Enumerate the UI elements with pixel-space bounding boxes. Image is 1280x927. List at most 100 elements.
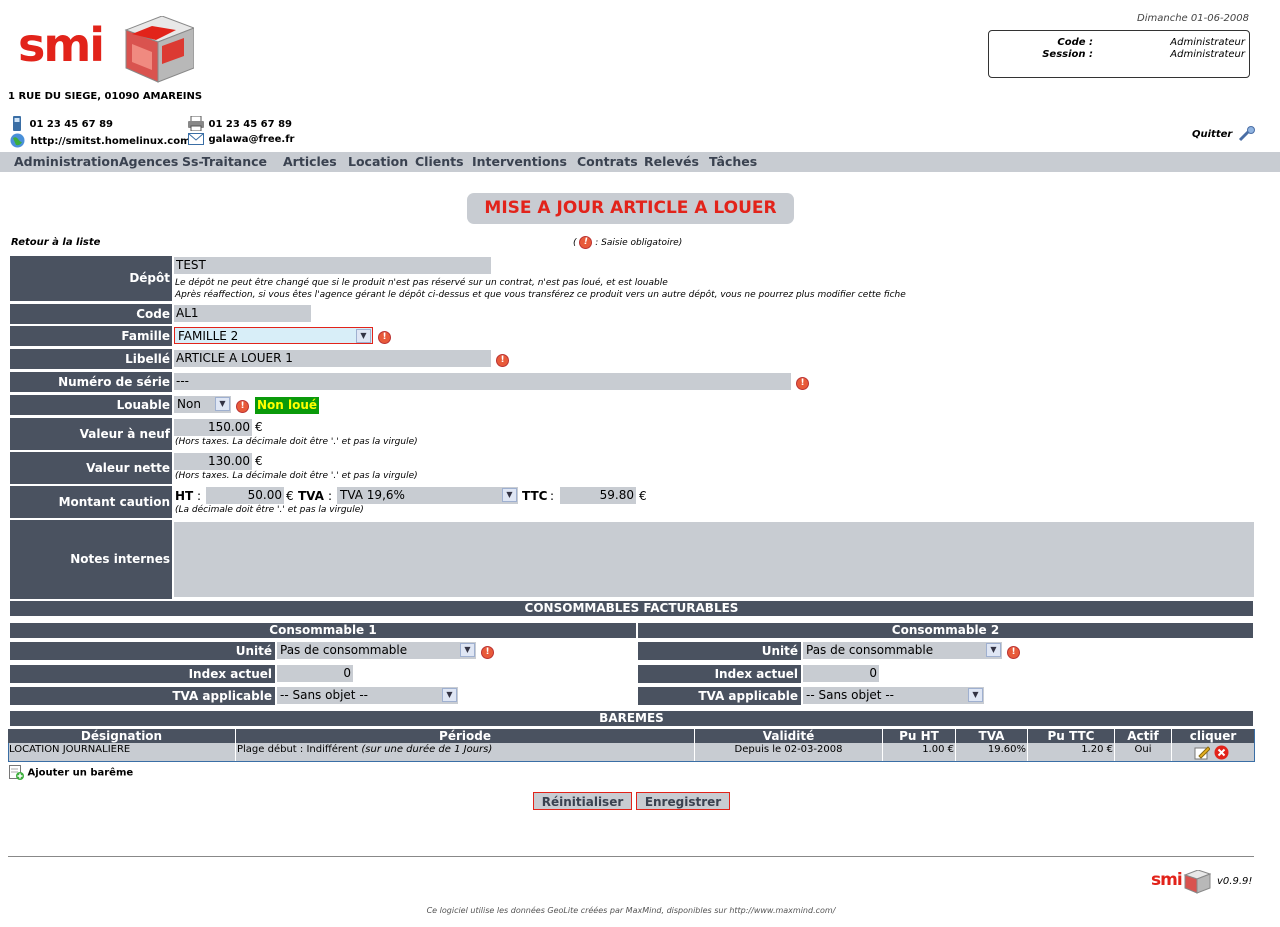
- edit-icon[interactable]: [1194, 745, 1210, 760]
- serie-field[interactable]: ---: [174, 373, 791, 390]
- email-contact[interactable]: galawa@free.fr: [188, 133, 294, 145]
- valeur-nette-note: (Hors taxes. La décimale doit être '.' e…: [175, 471, 418, 481]
- notes-label: Notes internes: [10, 520, 172, 599]
- company-address: 1 RUE DU SIEGE, 01090 AMAREINS: [8, 91, 203, 102]
- code-label: Code :: [1057, 37, 1093, 48]
- consommable-2-index-field[interactable]: 0: [803, 665, 879, 682]
- menu-item-taches[interactable]: Tâches: [709, 154, 757, 169]
- code-field[interactable]: AL1: [174, 305, 311, 322]
- tva-select[interactable]: TVA 19,6% ▼: [337, 487, 518, 504]
- add-bareme-link[interactable]: Ajouter un barême: [9, 765, 133, 780]
- chevron-down-icon: ▼: [356, 329, 371, 343]
- quit-label: Quitter: [1192, 129, 1233, 140]
- cell-tva: 19.60%: [956, 743, 1028, 761]
- th-designation: Désignation: [8, 729, 236, 743]
- phone-number: 01 23 45 67 89: [29, 118, 113, 130]
- consommable-2-unite-select[interactable]: Pas de consommable ▼: [803, 642, 1002, 659]
- th-cliquer: cliquer: [1172, 729, 1254, 743]
- printer-icon: [188, 116, 204, 131]
- valeur-nette-field[interactable]: 130.00: [174, 453, 252, 470]
- back-to-list-link[interactable]: Retour à la liste: [11, 237, 100, 248]
- consommable-2-required-icon: !: [1007, 646, 1020, 659]
- menu-item-administration[interactable]: Administration: [14, 154, 119, 169]
- consommable-1-unite-select[interactable]: Pas de consommable ▼: [277, 642, 476, 659]
- consommable-1-index-field[interactable]: 0: [277, 665, 353, 682]
- caution-ht-currency: €: [286, 489, 294, 503]
- consommable-2-unite-selected: Pas de consommable: [806, 643, 934, 657]
- add-bareme-label: Ajouter un barême: [27, 767, 134, 779]
- email-link[interactable]: galawa@free.fr: [208, 134, 294, 145]
- valeur-nette-label: Valeur nette: [10, 452, 172, 484]
- website-contact[interactable]: http://smitst.homelinux.com: [10, 133, 191, 148]
- valeur-neuf-note: (Hors taxes. La décimale doit être '.' e…: [175, 437, 418, 447]
- add-document-icon: [9, 765, 24, 780]
- chevron-down-icon: ▼: [986, 643, 1001, 657]
- smi-logo: smi: [18, 16, 194, 84]
- reset-button[interactable]: Réinitialiser: [533, 792, 632, 810]
- cell-periode: Plage début : Indifférent (sur une durée…: [236, 743, 695, 761]
- baremes-section-title: BAREMES: [10, 711, 1253, 726]
- current-date: Dimanche 01-06-2008: [1137, 13, 1249, 24]
- phone-icon: [13, 116, 21, 131]
- save-button[interactable]: Enregistrer: [636, 792, 730, 810]
- valeur-neuf-label: Valeur à neuf: [10, 418, 172, 450]
- chevron-down-icon: ▼: [215, 397, 230, 411]
- mandatory-paren: (: [573, 238, 577, 248]
- menu-item-clients[interactable]: Clients: [415, 154, 464, 169]
- session-label: Session :: [1042, 49, 1093, 60]
- famille-select[interactable]: FAMILLE 2 ▼: [174, 327, 373, 344]
- louable-select[interactable]: Non ▼: [174, 396, 231, 413]
- libelle-label: Libellé: [10, 349, 172, 369]
- menu-item-articles[interactable]: Articles: [283, 154, 337, 169]
- caution-ht-field[interactable]: 50.00: [206, 487, 284, 504]
- quit-button[interactable]: Quitter: [1192, 126, 1256, 142]
- mail-icon: [188, 133, 204, 145]
- consommable-2-tva-select[interactable]: -- Sans objet -- ▼: [803, 687, 984, 704]
- libelle-field[interactable]: ARTICLE A LOUER 1: [174, 350, 491, 367]
- caution-ttc-field[interactable]: 59.80: [560, 487, 636, 504]
- consommable-1-title: Consommable 1: [10, 623, 636, 638]
- chevron-down-icon: ▼: [442, 688, 457, 702]
- consommable-2-tva-label: TVA applicable: [638, 687, 801, 705]
- consommable-2-tva-selected: -- Sans objet --: [806, 688, 894, 702]
- famille-selected: FAMILLE 2: [178, 329, 239, 343]
- menu-item-releves[interactable]: Relevés: [644, 154, 699, 169]
- depot-note-2: Après réaffection, si vous êtes l'agence…: [175, 290, 906, 300]
- app-version: v0.9.9!: [1217, 876, 1253, 887]
- tva-selected: TVA 19,6%: [340, 488, 405, 502]
- valeur-neuf-currency: €: [255, 420, 263, 434]
- phone-contact: 01 23 45 67 89: [11, 116, 113, 131]
- footer-logo-text: smi: [1151, 870, 1183, 890]
- th-actif: Actif: [1115, 729, 1172, 743]
- delete-icon[interactable]: [1214, 745, 1229, 760]
- website-link[interactable]: http://smitst.homelinux.com: [30, 136, 190, 147]
- page-title: MISE A JOUR ARTICLE A LOUER: [467, 193, 794, 224]
- libelle-required-icon: !: [496, 354, 509, 367]
- cell-pu-ttc: 1.20 €: [1028, 743, 1115, 761]
- footer-logo: smi: [1151, 870, 1211, 894]
- menu-item-interventions[interactable]: Interventions: [472, 154, 567, 169]
- cell-actions: [1172, 743, 1254, 761]
- tva-label: TVA: [298, 489, 324, 503]
- fax-number: 01 23 45 67 89: [208, 118, 292, 130]
- depot-note-1: Le dépôt ne peut être changé que si le p…: [175, 278, 668, 288]
- depot-field[interactable]: TEST: [174, 257, 491, 274]
- menu-item-contrats[interactable]: Contrats: [577, 154, 638, 169]
- notes-textarea[interactable]: [174, 522, 1254, 597]
- chevron-down-icon: ▼: [502, 488, 517, 502]
- famille-label: Famille: [10, 326, 172, 346]
- menu-item-agences[interactable]: Agences: [119, 154, 178, 169]
- consommables-section-title: CONSOMMABLES FACTURABLES: [10, 601, 1253, 616]
- puzzle-cube-icon: [124, 16, 194, 83]
- menu-item-location[interactable]: Location: [348, 154, 408, 169]
- consommable-1-unite-selected: Pas de consommable: [280, 643, 408, 657]
- menu-item-ss-traitance[interactable]: Ss-Traitance: [182, 154, 267, 169]
- consommable-1-tva-selected: -- Sans objet --: [280, 688, 368, 702]
- consommable-1-required-icon: !: [481, 646, 494, 659]
- valeur-neuf-field[interactable]: 150.00: [174, 419, 252, 436]
- cell-validite: Depuis le 02-03-2008: [695, 743, 883, 761]
- th-validite: Validité: [695, 729, 883, 743]
- logo-text: smi: [18, 18, 105, 72]
- cell-actif: Oui: [1115, 743, 1172, 761]
- consommable-1-tva-select[interactable]: -- Sans objet -- ▼: [277, 687, 458, 704]
